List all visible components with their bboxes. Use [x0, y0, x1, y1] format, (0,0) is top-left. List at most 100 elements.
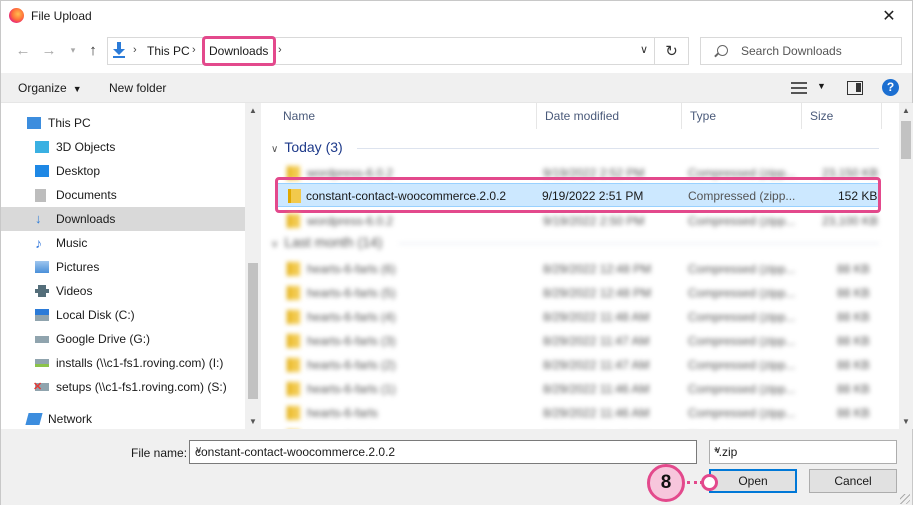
group-today[interactable]: ∨ Today (3): [271, 139, 343, 155]
back-arrow-icon[interactable]: ←: [13, 39, 33, 61]
column-header-size[interactable]: Size: [802, 103, 882, 129]
column-header-type[interactable]: Type: [682, 103, 802, 129]
help-icon[interactable]: ?: [882, 79, 899, 96]
nav-item-this-pc[interactable]: This PC: [1, 111, 245, 135]
nav-label: This PC: [48, 116, 91, 130]
file-size: 88 KB: [837, 262, 870, 276]
network-icon: [25, 413, 43, 425]
file-name-input[interactable]: constant-contact-woocommerce.2.0.2 ∨: [189, 440, 697, 464]
file-row[interactable]: hearts-6-farls 8/29/2022 11:46 AM Compress…: [277, 401, 879, 425]
chevron-down-icon: ∨: [714, 445, 722, 456]
sort-indicator-icon: ⌃: [605, 103, 612, 108]
nav-item-music[interactable]: ♪ Music: [1, 231, 245, 255]
video-icon: [35, 285, 49, 297]
cube-icon: [35, 141, 49, 153]
file-upload-dialog: File Upload ✕ ← → ▾ ↑ › This PC › Downlo…: [0, 0, 913, 505]
firefox-icon: [9, 8, 24, 23]
file-type-select[interactable]: *.zip ∨: [709, 440, 897, 464]
music-icon: ♪: [35, 235, 42, 251]
nav-label: Desktop: [56, 164, 101, 178]
file-size: 88 KB: [837, 358, 870, 372]
breadcrumb-this-pc[interactable]: This PC: [147, 44, 190, 58]
nav-item-documents[interactable]: Documents: [1, 183, 245, 207]
file-row[interactable]: wordpress-6.0.2 9/19/2022 2:50 PM Compre…: [277, 209, 879, 233]
file-row[interactable]: hearts-6-farls (1) 8/29/2022 11:46 AM Comp…: [277, 377, 879, 401]
zip-folder-icon: [287, 214, 300, 228]
file-date: 9/19/2022 2:50 PM: [543, 214, 645, 228]
address-bar[interactable]: › This PC › Downloads › ∨: [107, 36, 655, 66]
scroll-up-icon[interactable]: ▲: [899, 106, 913, 115]
organize-menu[interactable]: Organize ▼: [18, 81, 82, 95]
preview-pane-icon[interactable]: [847, 81, 863, 95]
nav-label: Videos: [56, 284, 93, 298]
downloads-location-icon: [113, 42, 125, 58]
address-dropdown-icon[interactable]: ∨: [640, 43, 648, 56]
file-row[interactable]: hearts-6-farls (5) 8/29/2022 12:48 PM Comp…: [277, 281, 879, 305]
zip-folder-icon: [287, 382, 300, 396]
refresh-button[interactable]: ↻: [655, 37, 689, 65]
breadcrumb-separator-icon: ›: [133, 44, 137, 56]
scroll-down-icon[interactable]: ▼: [899, 417, 913, 426]
file-row[interactable]: hearts-6-farls (3) 8/29/2022 11:47 AM Comp…: [277, 329, 879, 353]
group-last-month[interactable]: ∨ Last month (14): [271, 234, 382, 250]
chevron-down-icon[interactable]: ∨: [195, 445, 690, 456]
chevron-down-icon: ∨: [271, 144, 279, 155]
file-row[interactable]: hearts-6-farls (4) 8/29/2022 11:48 AM Comp…: [277, 305, 879, 329]
nav-item-local-disk[interactable]: Local Disk (C:): [1, 303, 245, 327]
search-placeholder: Search Downloads: [741, 44, 842, 58]
close-button[interactable]: ✕: [866, 1, 912, 31]
file-row[interactable]: hearts-6-farls (6) 8/29/2022 12:48 PM Comp…: [277, 257, 879, 281]
column-header-name[interactable]: Name: [275, 103, 537, 129]
file-type: Compressed (zipp...: [688, 214, 796, 228]
chevron-down-icon: ∨: [271, 239, 279, 250]
resize-grip-icon[interactable]: [900, 494, 910, 504]
nav-item-setups-drive[interactable]: ✕ setups (\\c1-fs1.roving.com) (S:): [1, 375, 245, 399]
file-list: Name Date modified ⌃ Type Size ∨ Today (3…: [263, 103, 899, 429]
file-name-label: File name:: [131, 446, 188, 460]
file-size: 88 KB: [837, 310, 870, 324]
drive-icon: [35, 309, 49, 321]
nav-label: 3D Objects: [56, 140, 116, 154]
scroll-up-icon[interactable]: ▲: [245, 106, 261, 115]
nav-item-network[interactable]: Network: [1, 407, 245, 431]
search-box[interactable]: Search Downloads: [700, 37, 902, 65]
nav-item-pictures[interactable]: Pictures: [1, 255, 245, 279]
computer-icon: [27, 117, 41, 129]
up-arrow-icon[interactable]: ↑: [83, 39, 103, 61]
search-icon: [717, 45, 728, 56]
nav-item-installs-drive[interactable]: installs (\\c1-fs1.roving.com) (I:): [1, 351, 245, 375]
file-size: 88 KB: [837, 286, 870, 300]
file-list-scrollbar[interactable]: ▲ ▼: [899, 103, 913, 429]
scrollbar-thumb[interactable]: [248, 263, 258, 399]
file-name: hearts-6-farls (3): [307, 334, 396, 348]
scroll-down-icon[interactable]: ▼: [245, 417, 261, 426]
selected-file-highlight-annotation: [275, 177, 881, 213]
file-date: 8/29/2022 11:46 AM: [543, 406, 650, 420]
nav-item-3d-objects[interactable]: 3D Objects: [1, 135, 245, 159]
chevron-down-icon[interactable]: ▼: [817, 81, 826, 91]
nav-label: Network: [48, 412, 93, 426]
file-name: hearts-6-farls (6): [307, 262, 396, 276]
nav-item-desktop[interactable]: Desktop: [1, 159, 245, 183]
step-number-badge: 8: [647, 464, 685, 502]
nav-item-google-drive[interactable]: Google Drive (G:): [1, 327, 245, 351]
file-date: 8/29/2022 12:48 PM: [543, 286, 652, 300]
open-button[interactable]: Open: [709, 469, 797, 493]
change-view-icon[interactable]: [791, 82, 807, 94]
file-name: hearts-6-farls (4): [307, 310, 396, 324]
nav-label: Music: [56, 236, 88, 250]
network-drive-icon: [35, 359, 49, 367]
nav-scrollbar[interactable]: ▲ ▼: [245, 103, 261, 429]
zip-folder-icon: [287, 310, 300, 324]
file-size: 88 KB: [837, 334, 870, 348]
recent-locations-chevron-icon[interactable]: ▾: [63, 39, 83, 61]
cancel-button[interactable]: Cancel: [809, 469, 897, 493]
nav-item-downloads[interactable]: ↓ Downloads: [1, 207, 245, 231]
scrollbar-thumb[interactable]: [901, 121, 911, 159]
title-bar: File Upload ✕: [1, 1, 912, 31]
nav-item-videos[interactable]: Videos: [1, 279, 245, 303]
file-row[interactable]: hearts-6-farls (2) 8/29/2022 11:47 AM Comp…: [277, 353, 879, 377]
new-folder-button[interactable]: New folder: [109, 81, 166, 95]
forward-arrow-icon[interactable]: →: [39, 39, 59, 61]
navigation-pane: This PC 3D Objects Desktop Documents ↓ Do…: [1, 103, 261, 429]
